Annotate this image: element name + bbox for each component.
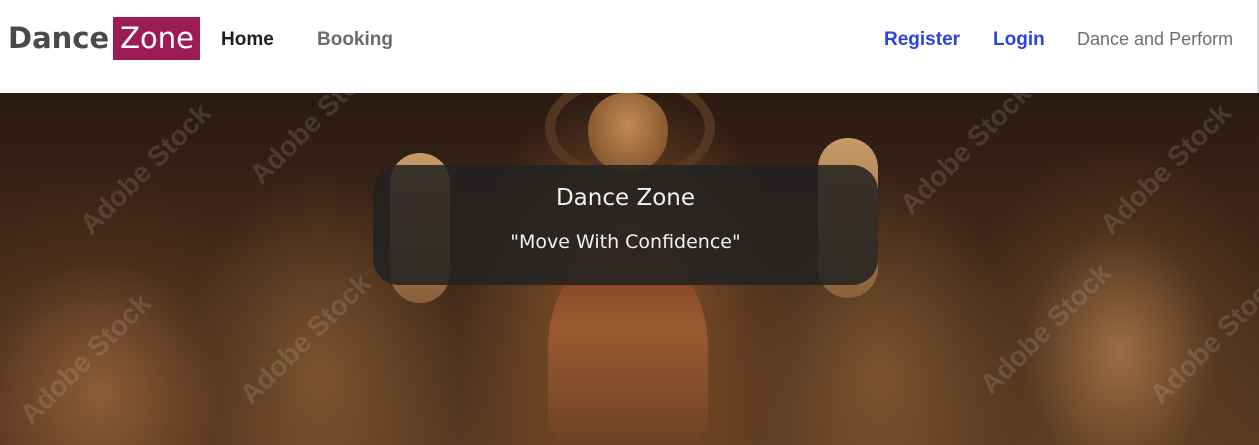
login-link[interactable]: Login bbox=[993, 28, 1045, 52]
brand-logo-text-zone: Zone bbox=[113, 17, 200, 60]
top-navbar: Dance Zone Home Booking Register Login D… bbox=[0, 0, 1259, 93]
hero-subtitle: "Move With Confidence" bbox=[510, 231, 741, 253]
watermark: Adobe Stock bbox=[1093, 97, 1237, 241]
brand-logo-text-dance: Dance bbox=[8, 21, 110, 55]
watermark: Adobe Stock bbox=[73, 97, 217, 241]
watermark: Adobe Stock bbox=[233, 267, 377, 411]
watermark: Adobe Stock bbox=[1143, 267, 1259, 411]
hero-caption-card: Dance Zone "Move With Confidence" bbox=[373, 165, 878, 285]
hero-image-figure-head bbox=[588, 93, 668, 173]
brand-logo[interactable]: Dance Zone bbox=[8, 17, 200, 60]
watermark: Adobe Stock bbox=[243, 93, 387, 191]
nav-link-home[interactable]: Home bbox=[221, 28, 274, 52]
nav-tagline: Dance and Perform bbox=[1077, 29, 1234, 49]
nav-link-booking[interactable]: Booking bbox=[317, 28, 393, 52]
hero-banner: Adobe Stock Adobe Stock Adobe Stock Adob… bbox=[0, 93, 1259, 445]
watermark: Adobe Stock bbox=[13, 287, 157, 431]
register-link[interactable]: Register bbox=[884, 28, 960, 52]
hero-title: Dance Zone bbox=[555, 185, 696, 211]
watermark: Adobe Stock bbox=[973, 257, 1117, 401]
watermark: Adobe Stock bbox=[893, 93, 1037, 221]
